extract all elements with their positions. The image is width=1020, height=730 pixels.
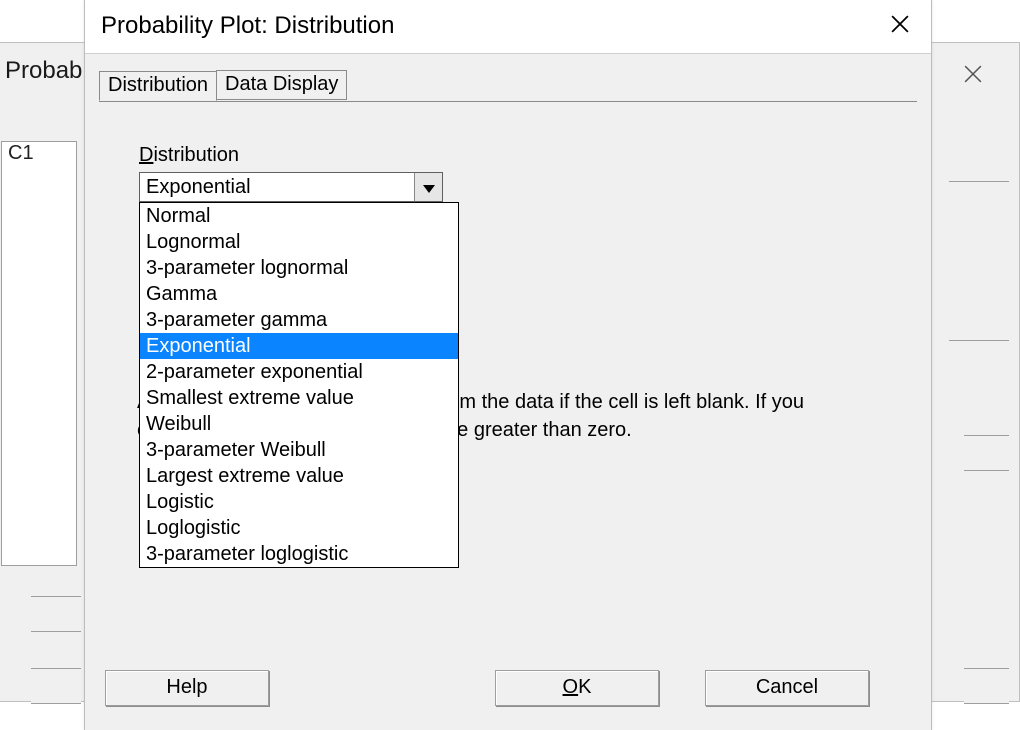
parent-variable-list[interactable]: C1 — [1, 141, 77, 566]
distribution-option[interactable]: 3-parameter lognormal — [140, 255, 458, 281]
close-button[interactable] — [879, 8, 921, 46]
parent-dialog-title: Probab — [5, 57, 82, 85]
titlebar: Probability Plot: Distribution — [85, 0, 931, 54]
distribution-label: Distribution — [139, 144, 239, 167]
tab-distribution[interactable]: Distribution — [99, 71, 217, 101]
close-icon — [964, 65, 982, 89]
distribution-dialog: Probability Plot: Distribution Distribut… — [84, 0, 932, 730]
distribution-option[interactable]: Smallest extreme value — [140, 385, 458, 411]
parent-button[interactable] — [964, 668, 1009, 704]
distribution-selected-value: Exponential — [140, 173, 414, 201]
tab-data-display[interactable]: Data Display — [216, 70, 347, 100]
distribution-option[interactable]: 3-parameter loglogistic — [140, 541, 458, 567]
tab-strip: DistributionData Display — [99, 70, 346, 102]
parent-close-button[interactable] — [953, 57, 993, 97]
distribution-option[interactable]: Logistic — [140, 489, 458, 515]
distribution-option[interactable]: 3-parameter gamma — [140, 307, 458, 333]
distribution-dropdown-button[interactable] — [414, 173, 442, 201]
cancel-button[interactable]: Cancel — [705, 670, 869, 706]
distribution-option[interactable]: 2-parameter exponential — [140, 359, 458, 385]
parent-side-panel — [949, 181, 1009, 341]
distribution-combobox[interactable]: Exponential — [139, 172, 443, 202]
close-icon — [891, 15, 909, 39]
list-item[interactable]: C1 — [8, 142, 76, 165]
distribution-option[interactable]: Largest extreme value — [140, 463, 458, 489]
distribution-option[interactable]: Loglogistic — [140, 515, 458, 541]
distribution-option[interactable]: Normal — [140, 203, 458, 229]
distribution-option[interactable]: Exponential — [140, 333, 458, 359]
dialog-title: Probability Plot: Distribution — [101, 12, 394, 40]
distribution-dropdown-list[interactable]: NormalLognormal3-parameter lognormalGamm… — [139, 202, 459, 568]
parent-button[interactable] — [964, 435, 1009, 471]
distribution-option[interactable]: Gamma — [140, 281, 458, 307]
help-button[interactable]: Help — [105, 670, 269, 706]
chevron-down-icon — [423, 176, 435, 199]
distribution-option[interactable]: 3-parameter Weibull — [140, 437, 458, 463]
distribution-option[interactable]: Lognormal — [140, 229, 458, 255]
parent-button[interactable] — [31, 668, 81, 704]
distribution-option[interactable]: Weibull — [140, 411, 458, 437]
ok-button[interactable]: OK — [495, 670, 659, 706]
parent-button[interactable] — [31, 596, 81, 632]
